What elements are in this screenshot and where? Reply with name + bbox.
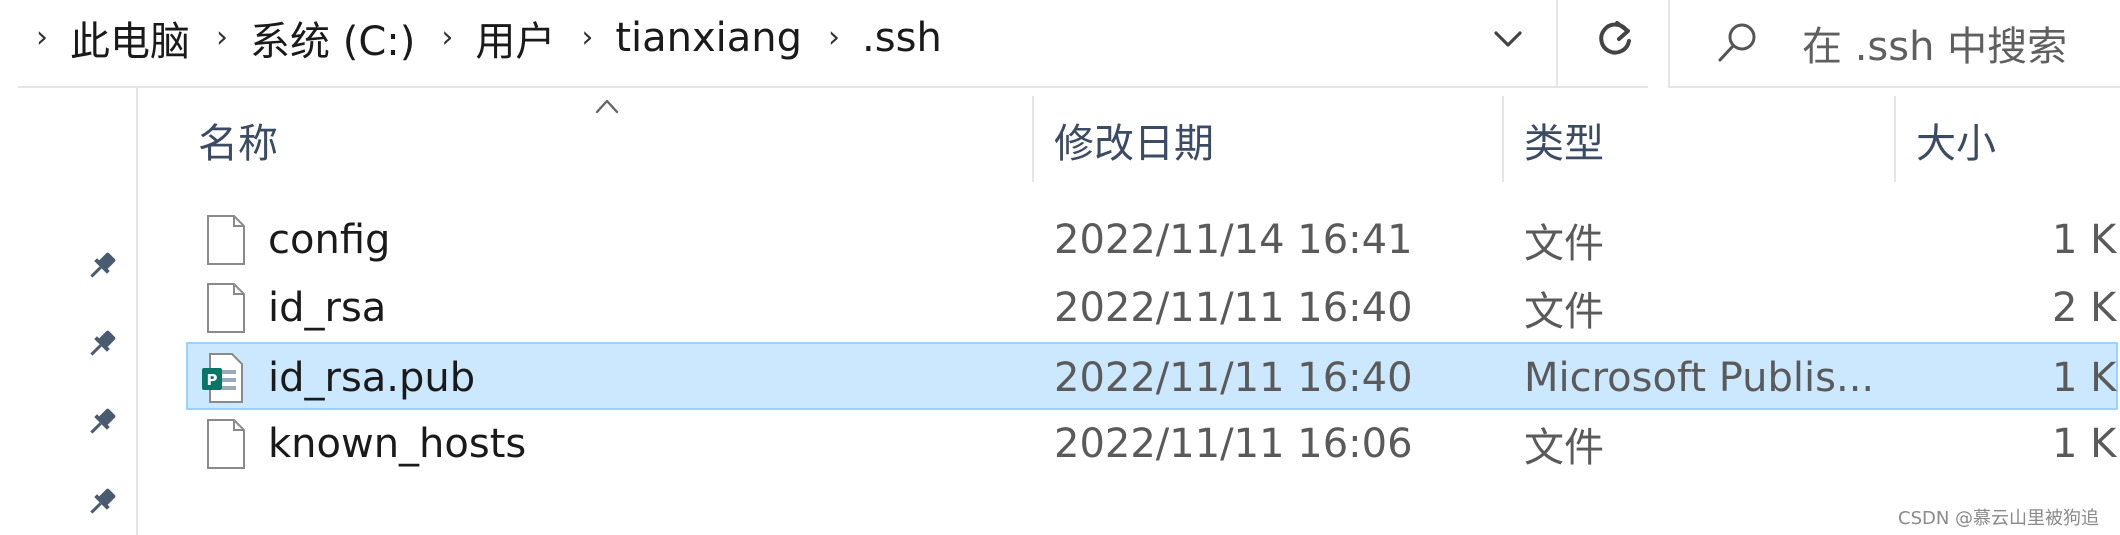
chevron-right-icon[interactable]: › <box>216 23 228 53</box>
search-input[interactable]: 在 .ssh 中搜索 <box>1668 0 2120 88</box>
breadcrumb: › 此电脑 › 系统 (C:) › 用户 › tianxiang › .ssh <box>36 0 968 76</box>
pin-icon[interactable] <box>84 484 120 520</box>
breadcrumb-item-this-pc[interactable]: 此电脑 <box>70 9 190 67</box>
file-name: config <box>268 217 391 263</box>
file-date: 2022/11/14 16:41 <box>1054 217 1413 263</box>
file-name: id_rsa.pub <box>268 355 476 401</box>
file-date: 2022/11/11 16:40 <box>1054 355 1413 401</box>
search-icon <box>1718 23 1756 62</box>
address-bar[interactable]: › 此电脑 › 系统 (C:) › 用户 › tianxiang › .ssh <box>18 0 1648 88</box>
chevron-right-icon[interactable]: › <box>828 23 840 53</box>
address-history-dropdown-button[interactable] <box>1478 14 1538 64</box>
column-divider[interactable] <box>1032 96 1034 182</box>
chevron-right-icon[interactable]: › <box>36 23 48 53</box>
file-type: 文件 <box>1524 425 1604 471</box>
pin-icon[interactable] <box>84 404 120 440</box>
divider <box>1556 0 1558 86</box>
file-name: id_rsa <box>268 285 387 331</box>
file-date: 2022/11/11 16:40 <box>1054 285 1413 331</box>
file-size: 2 K <box>2052 285 2117 331</box>
file-date: 2022/11/11 16:06 <box>1054 421 1413 467</box>
blank-file-icon <box>207 419 245 469</box>
file-type: 文件 <box>1524 289 1604 335</box>
blank-file-icon <box>207 283 245 333</box>
breadcrumb-item-user-folder[interactable]: tianxiang <box>615 15 802 61</box>
blank-file-icon <box>207 215 245 265</box>
navigation-pane[interactable] <box>0 88 138 535</box>
chevron-right-icon[interactable]: › <box>441 23 453 53</box>
breadcrumb-item-ssh[interactable]: .ssh <box>862 15 942 61</box>
file-row-id-rsa[interactable]: id_rsa 2022/11/11 16:40 文件 2 K <box>186 274 2118 342</box>
column-header-date[interactable]: 修改日期 <box>1054 100 1214 180</box>
watermark: CSDN @慕云山里被狗追 <box>1898 508 2100 529</box>
file-row-known-hosts[interactable]: known_hosts 2022/11/11 16:06 文件 1 K <box>186 410 2118 478</box>
chevron-down-icon <box>1494 31 1522 47</box>
file-row-config[interactable]: config 2022/11/14 16:41 文件 1 K <box>186 206 2118 274</box>
file-size: 1 K <box>2052 355 2117 401</box>
file-size: 1 K <box>2052 421 2117 467</box>
file-size: 1 K <box>2052 217 2117 263</box>
pin-icon[interactable] <box>84 326 120 362</box>
chevron-right-icon[interactable]: › <box>581 23 593 53</box>
column-divider[interactable] <box>1894 96 1896 182</box>
column-header-name[interactable]: 名称 <box>198 100 278 180</box>
column-header-type[interactable]: 类型 <box>1524 100 1604 180</box>
file-type: 文件 <box>1524 221 1604 267</box>
file-type: Microsoft Publis... <box>1524 355 1875 401</box>
publisher-file-icon: P <box>202 353 243 403</box>
file-name: known_hosts <box>268 421 527 467</box>
search-placeholder: 在 .ssh 中搜索 <box>1802 24 2068 70</box>
refresh-icon <box>1599 21 1631 55</box>
refresh-button[interactable] <box>1578 8 1652 70</box>
sort-ascending-icon <box>595 99 619 114</box>
svg-text:P: P <box>207 371 218 389</box>
breadcrumb-item-c-drive[interactable]: 系统 (C:) <box>250 9 415 67</box>
pin-icon[interactable] <box>84 248 120 284</box>
breadcrumb-item-users[interactable]: 用户 <box>475 9 555 67</box>
file-explorer-window: › 此电脑 › 系统 (C:) › 用户 › tianxiang › .ssh <box>0 0 2120 535</box>
file-row-id-rsa-pub[interactable]: P id_rsa.pub 2022/11/11 16:40 Microsoft … <box>186 342 2118 410</box>
column-divider[interactable] <box>1502 96 1504 182</box>
column-header-size[interactable]: 大小 <box>1916 100 1996 180</box>
